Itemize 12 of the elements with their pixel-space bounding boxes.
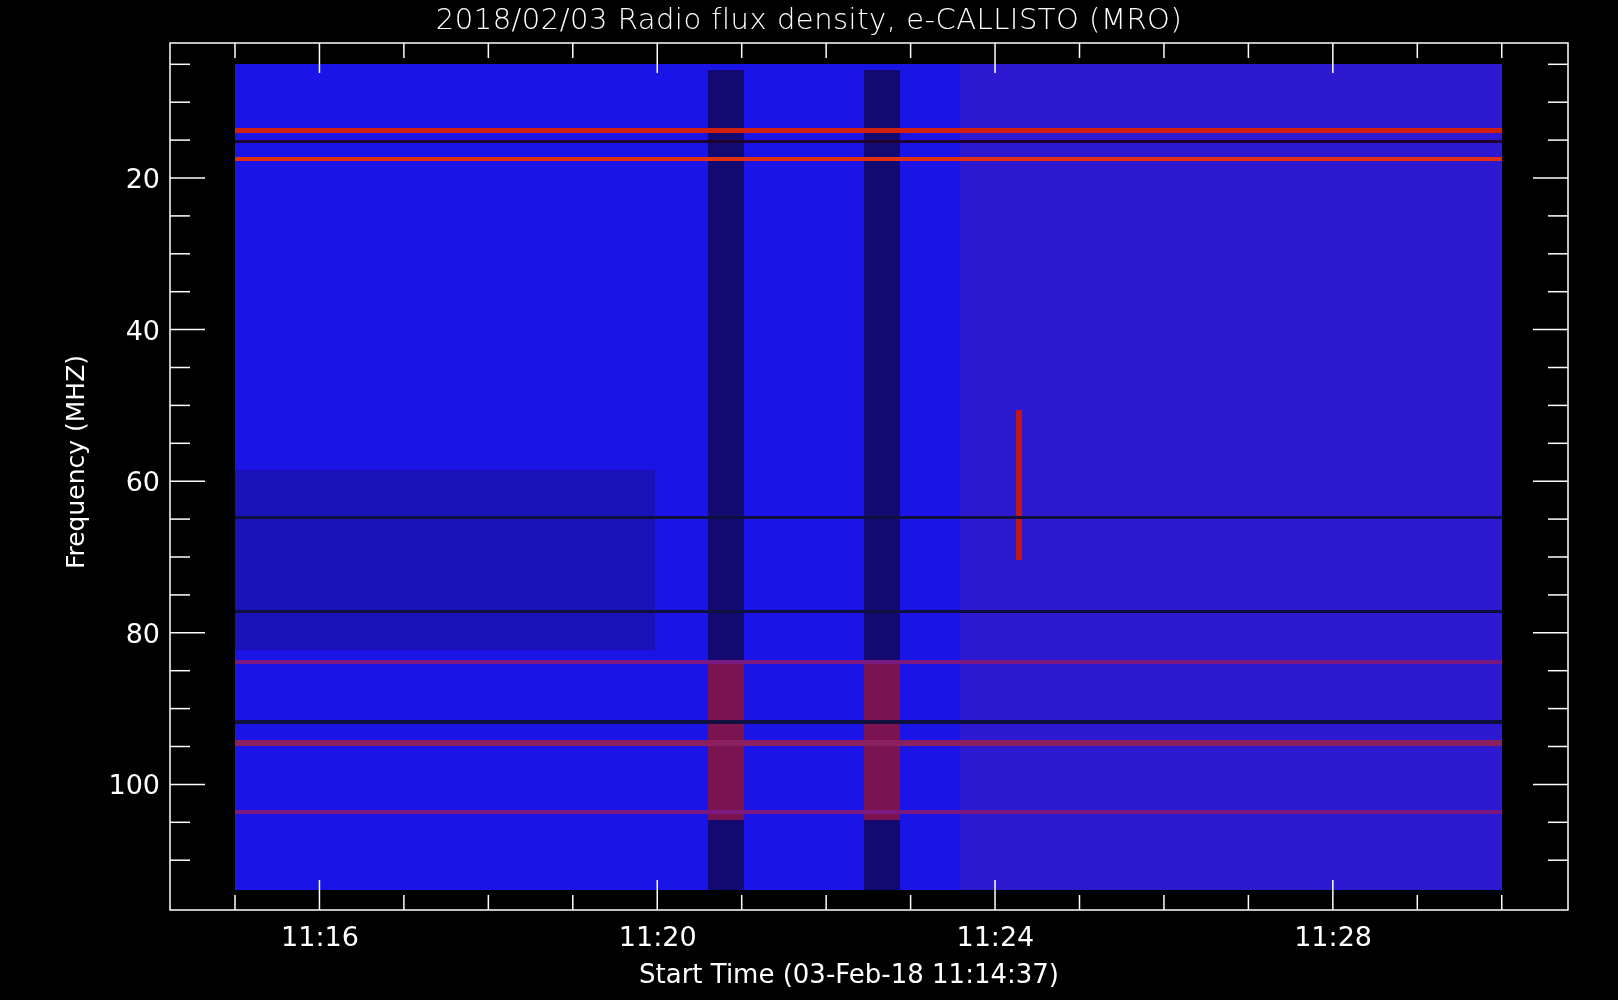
y-tick-label: 60	[125, 466, 160, 498]
chart-title: 2018/02/03 Radio flux density, e-CALLISTO (MRO)	[435, 1, 1183, 39]
y-axis-label: Frequency (MHZ)	[61, 354, 90, 570]
x-axis-label: Start Time (03-Feb-18 11:14:37)	[639, 958, 1059, 989]
y-tick-label: 100	[108, 769, 160, 801]
x-tick-label: 11:16	[281, 921, 359, 952]
x-tick-label: 11:20	[618, 921, 697, 952]
x-tick-label: 11:24	[956, 921, 1035, 952]
y-tick-label: 40	[125, 314, 160, 346]
y-tick-label: 80	[125, 617, 160, 649]
x-tick-label: 11:28	[1294, 921, 1372, 952]
y-tick-label: 20	[125, 163, 160, 194]
